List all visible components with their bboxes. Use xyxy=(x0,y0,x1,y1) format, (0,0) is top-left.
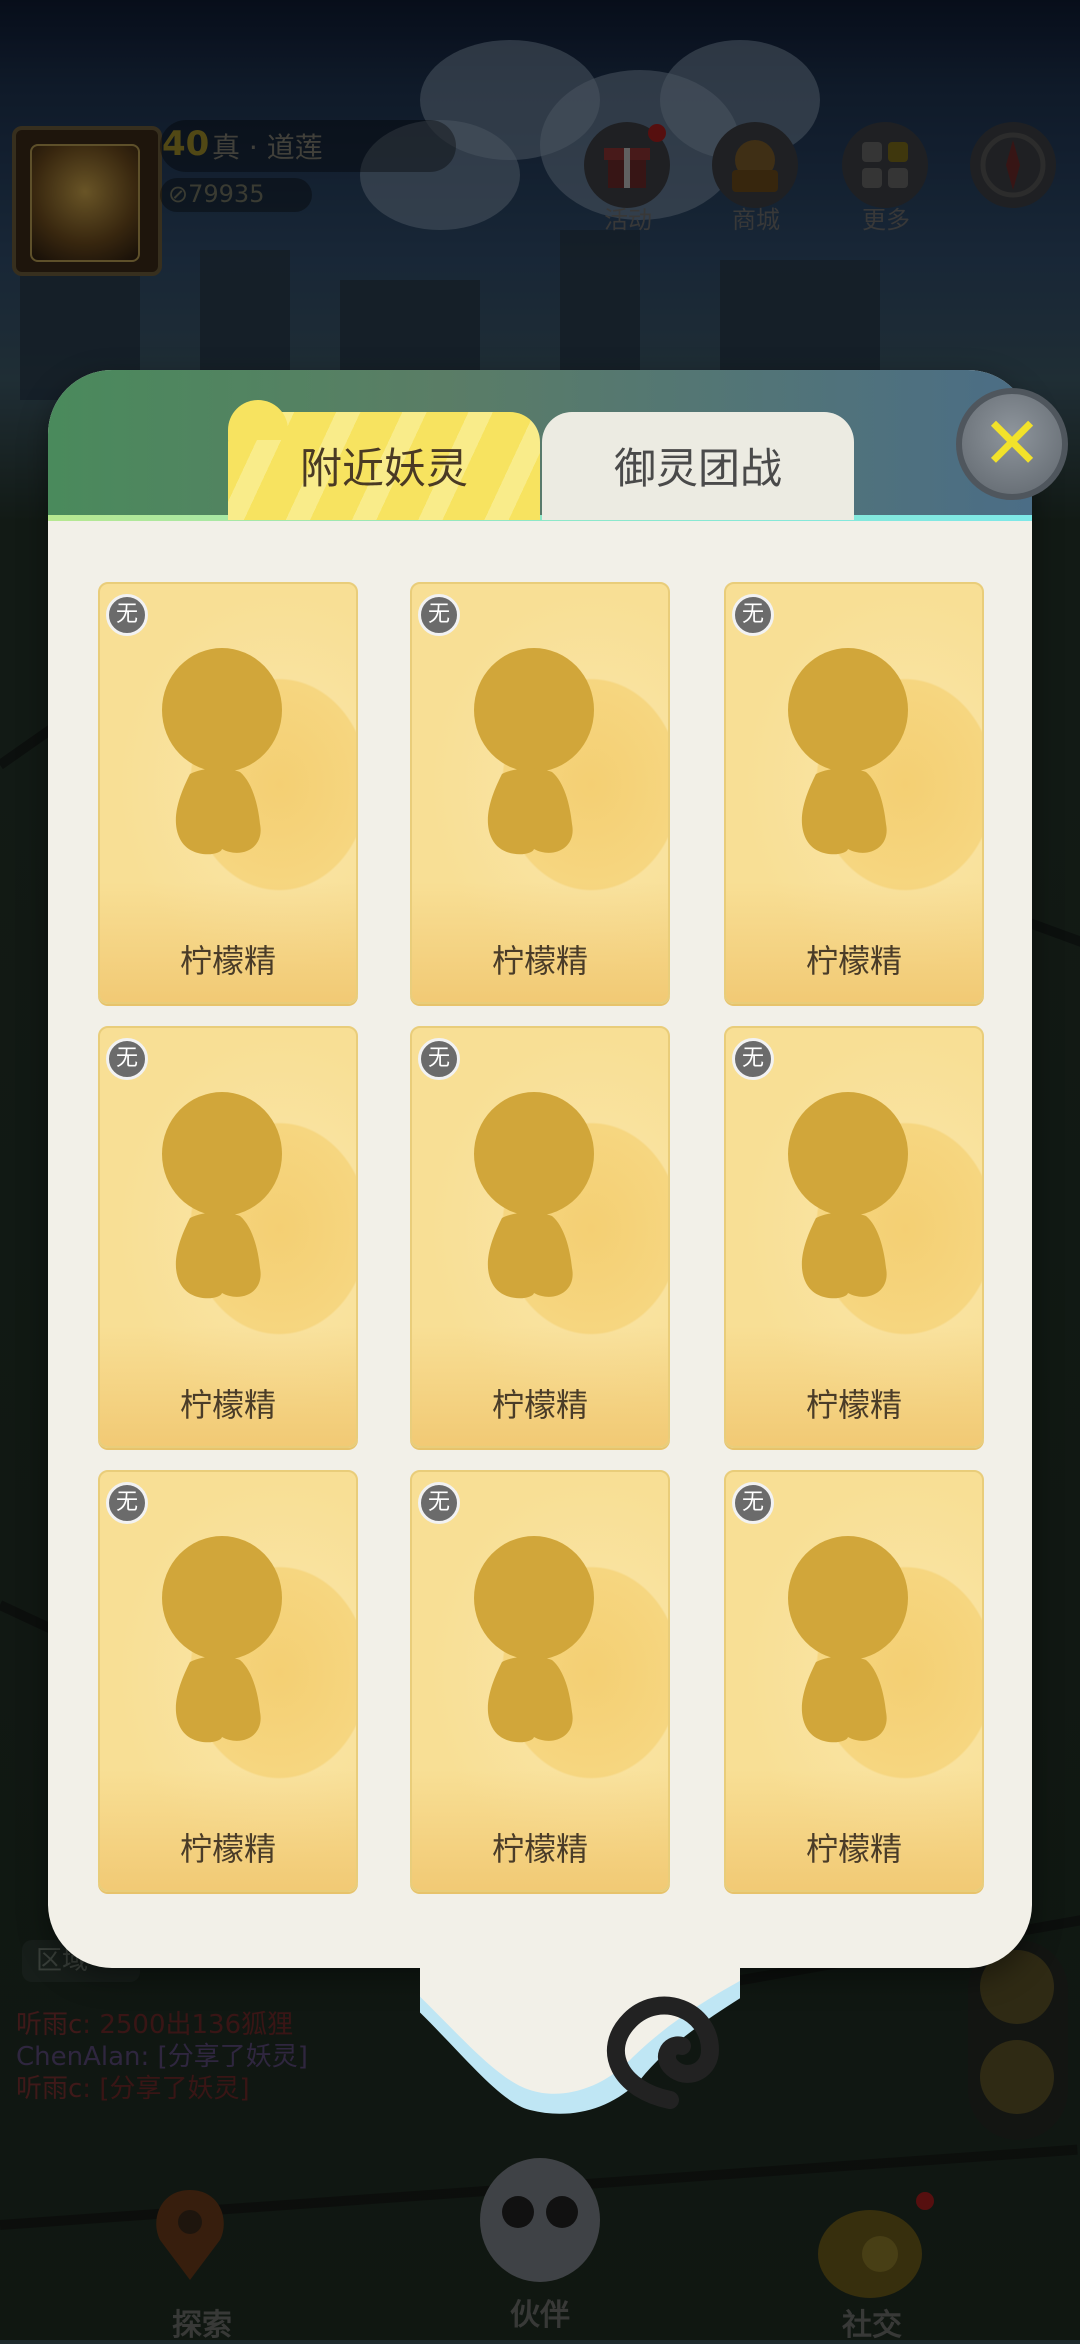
card-name: 柠檬精 xyxy=(805,1830,902,1868)
spirit-card[interactable]: 无柠檬精 xyxy=(724,1026,984,1448)
spirit-card[interactable]: 无柠檬精 xyxy=(98,1470,358,1892)
card-name: 柠檬精 xyxy=(179,1830,276,1868)
card-badge: 无 xyxy=(106,1482,148,1524)
tab-team-battle[interactable]: 御灵团战 xyxy=(542,412,854,520)
header-divider xyxy=(48,515,1032,521)
card-name: 柠檬精 xyxy=(179,1386,276,1424)
card-badge: 无 xyxy=(418,1482,460,1524)
card-name: 柠檬精 xyxy=(491,942,588,980)
nearby-spirits-dialog: 附近妖灵 御灵团战 无柠檬精无柠檬精无柠檬精无柠檬精无柠檬精无柠檬精无柠檬精无柠… xyxy=(48,370,1032,1968)
card-name: 柠檬精 xyxy=(491,1830,588,1868)
spirit-card[interactable]: 无柠檬精 xyxy=(98,582,358,1004)
dialog-tail xyxy=(420,1960,740,2114)
spirit-silhouette-icon xyxy=(788,1092,908,1299)
spirit-silhouette-icon xyxy=(788,648,908,855)
spirit-silhouette-icon xyxy=(162,1536,282,1743)
spirit-card[interactable]: 无柠檬精 xyxy=(98,1026,358,1448)
card-badge: 无 xyxy=(418,1038,460,1080)
spirit-silhouette-icon xyxy=(788,1536,908,1743)
spirit-silhouette-icon xyxy=(474,1092,594,1299)
card-badge: 无 xyxy=(732,1482,774,1524)
spirit-card[interactable]: 无柠檬精 xyxy=(410,582,670,1004)
card-badge: 无 xyxy=(732,1038,774,1080)
spirit-card[interactable]: 无柠檬精 xyxy=(724,1470,984,1892)
close-icon: ✕ xyxy=(981,401,1043,485)
card-badge: 无 xyxy=(418,594,460,636)
spirit-silhouette-icon xyxy=(162,648,282,855)
tab-nearby-spirits[interactable]: 附近妖灵 xyxy=(228,400,540,520)
card-name: 柠檬精 xyxy=(805,1386,902,1424)
spirit-silhouette-icon xyxy=(474,1536,594,1743)
spirit-card[interactable]: 无柠檬精 xyxy=(410,1470,670,1892)
spirit-silhouette-icon xyxy=(162,1092,282,1299)
spirit-card[interactable]: 无柠檬精 xyxy=(724,582,984,1004)
spirit-silhouette-icon xyxy=(474,648,594,855)
card-name: 柠檬精 xyxy=(491,1386,588,1424)
card-name: 柠檬精 xyxy=(805,942,902,980)
card-badge: 无 xyxy=(106,1038,148,1080)
card-badge: 无 xyxy=(732,594,774,636)
card-badge: 无 xyxy=(106,594,148,636)
card-name: 柠檬精 xyxy=(179,942,276,980)
dialog-header xyxy=(48,370,1032,520)
spirit-card[interactable]: 无柠檬精 xyxy=(410,1026,670,1448)
close-button[interactable]: ✕ xyxy=(956,388,1068,500)
